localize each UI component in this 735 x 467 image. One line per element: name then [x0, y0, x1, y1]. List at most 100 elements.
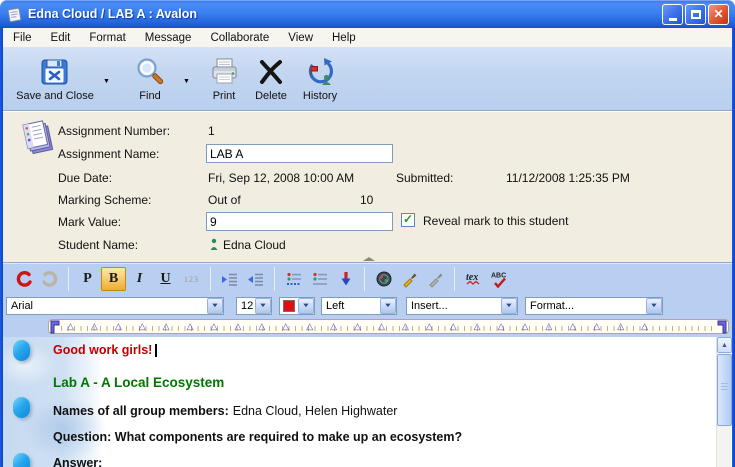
spell-check-icon: ABC	[490, 270, 510, 288]
form-splitter-handle[interactable]	[363, 257, 375, 261]
find-dropdown[interactable]: ▼	[183, 78, 190, 85]
delete-button[interactable]: Delete	[249, 55, 293, 102]
dropdown-button[interactable]: ▼	[380, 298, 396, 314]
student-name-label: Student Name:	[58, 238, 138, 252]
menu-help[interactable]: Help	[332, 32, 356, 44]
delete-label: Delete	[249, 90, 293, 102]
scroll-up-icon: ▲	[721, 342, 728, 349]
format-value: Format...	[526, 300, 646, 312]
reveal-mark-checkbox[interactable]: ✓	[401, 213, 415, 227]
chevron-down-icon: ▼	[302, 303, 311, 309]
menu-message[interactable]: Message	[145, 32, 192, 44]
menu-collaborate[interactable]: Collaborate	[210, 32, 269, 44]
underline-button[interactable]: U	[153, 267, 178, 291]
doc-greeting-line: Good work girls!	[53, 343, 157, 357]
doc-members-label: Names of all group members:	[53, 404, 229, 418]
redo-button[interactable]	[37, 267, 62, 291]
undo-icon	[15, 270, 33, 288]
paragraph-spacing-button[interactable]	[307, 267, 332, 291]
scroll-up-button[interactable]: ▲	[717, 337, 732, 353]
paragraph-border-icon	[285, 270, 303, 288]
menu-edit[interactable]: Edit	[51, 32, 71, 44]
vertical-scrollbar[interactable]: ▲	[716, 337, 731, 467]
titlebar[interactable]: Edna Cloud / LAB A : Avalon ✕	[0, 0, 735, 28]
bold-button[interactable]: B	[101, 267, 126, 291]
format-select[interactable]: Format... ▼	[525, 297, 663, 315]
alignment-select[interactable]: Left ▼	[321, 297, 397, 315]
fixed-size-button[interactable]: 123	[179, 267, 204, 291]
font-size-select[interactable]: 12 ▼	[236, 297, 272, 315]
indent-decrease-icon	[247, 270, 265, 288]
chevron-down-icon: ▼	[505, 303, 514, 309]
marking-scheme-label: Marking Scheme:	[58, 193, 151, 207]
doc-greeting-text: Good work girls!	[53, 343, 152, 357]
format-painter-clear-icon	[427, 270, 445, 288]
save-and-close-label: Save and Close	[7, 90, 103, 102]
minimize-button[interactable]	[662, 4, 683, 25]
find-button[interactable]: Find	[121, 55, 179, 102]
print-button[interactable]: Print	[201, 55, 247, 102]
bold-label: B	[109, 271, 118, 287]
assignment-name-input[interactable]	[206, 144, 393, 163]
due-date-label: Due Date:	[58, 171, 112, 185]
autocorrect-button[interactable]: tex	[461, 267, 486, 291]
window-title: Edna Cloud / LAB A : Avalon	[28, 7, 197, 21]
due-date-value: Fri, Sep 12, 2008 10:00 AM	[208, 171, 354, 185]
mark-value-input[interactable]	[206, 212, 393, 231]
save-and-close-dropdown[interactable]: ▼	[103, 78, 110, 85]
message-body-editor[interactable]: Good work girls! Lab A - A Local Ecosyst…	[3, 337, 716, 467]
left-margin-marker[interactable]	[50, 320, 60, 334]
ruler-tab-stops: △△△△△△△△△△△△△△△△△△△△△△△△△	[67, 321, 714, 332]
doc-question-line: Question: What components are required t…	[53, 430, 462, 444]
font-color-swatch	[283, 300, 295, 312]
font-color-select[interactable]: ▼	[279, 297, 315, 315]
main-toolbar: Save and Close ▼ Find ▼ Print	[3, 47, 732, 111]
dropdown-button[interactable]: ▼	[298, 298, 314, 314]
toolbar-separator	[454, 267, 455, 291]
ruler[interactable]: △△△△△△△△△△△△△△△△△△△△△△△△△	[48, 319, 729, 334]
menu-format[interactable]: Format	[89, 32, 125, 44]
assignment-form: Assignment Number: 1 Assignment Name: Du…	[3, 111, 732, 262]
marking-scheme-value: Out of	[208, 193, 241, 207]
plain-style-button[interactable]: P	[75, 267, 100, 291]
mark-value-label: Mark Value:	[58, 215, 121, 229]
dropdown-button[interactable]: ▼	[207, 298, 223, 314]
font-family-select[interactable]: Arial ▼	[6, 297, 224, 315]
toolbar-separator	[210, 267, 211, 291]
menu-file[interactable]: File	[13, 32, 32, 44]
history-icon	[304, 55, 336, 89]
doc-answer-line: Answer:	[53, 456, 102, 467]
italic-label: I	[137, 271, 142, 287]
doc-members-value: Edna Cloud, Helen Highwater	[233, 404, 398, 418]
close-button[interactable]: ✕	[708, 4, 729, 25]
format-painter-button[interactable]	[397, 267, 422, 291]
history-button[interactable]: History	[295, 55, 345, 102]
scrollbar-thumb[interactable]	[717, 354, 732, 426]
doc-heading-line: Lab A - A Local Ecosystem	[53, 375, 224, 390]
window-border-left	[0, 28, 3, 467]
insert-select[interactable]: Insert... ▼	[406, 297, 518, 315]
dropdown-button[interactable]: ▼	[255, 298, 271, 314]
dropdown-button[interactable]: ▼	[501, 298, 517, 314]
red-down-arrow-button[interactable]	[333, 267, 358, 291]
right-margin-marker[interactable]	[717, 320, 727, 334]
undo-button[interactable]	[11, 267, 36, 291]
fixed-size-label: 123	[184, 275, 199, 284]
assignment-number-value: 1	[208, 124, 215, 138]
indent-increase-button[interactable]	[217, 267, 242, 291]
spell-check-button[interactable]: ABC	[487, 267, 512, 291]
print-icon	[208, 55, 240, 89]
menu-view[interactable]: View	[288, 32, 313, 44]
format-painter-clear-button[interactable]	[423, 267, 448, 291]
paragraph-border-button[interactable]	[281, 267, 306, 291]
message-body: Good work girls! Lab A - A Local Ecosyst…	[3, 337, 732, 467]
indent-decrease-button[interactable]	[243, 267, 268, 291]
dropdown-button[interactable]: ▼	[646, 298, 662, 314]
globe-button[interactable]	[371, 267, 396, 291]
font-controls-bar: Arial ▼ 12 ▼ ▼ Left ▼ Insert... ▼ Format…	[3, 295, 732, 317]
formatting-toolbar: P B I U 123	[3, 262, 732, 295]
message-document-icon	[6, 6, 23, 23]
save-and-close-button[interactable]: Save and Close	[7, 55, 103, 102]
maximize-button[interactable]	[685, 4, 706, 25]
italic-button[interactable]: I	[127, 267, 152, 291]
